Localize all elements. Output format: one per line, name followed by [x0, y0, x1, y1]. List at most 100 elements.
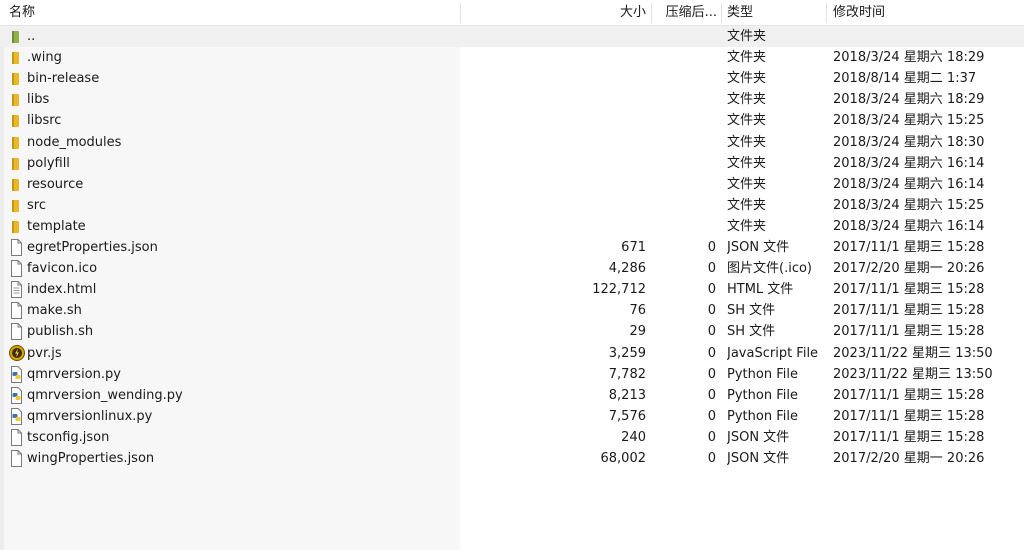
file-type: 文件夹 [727, 198, 767, 213]
file-size [462, 26, 646, 47]
file-size: 29 [629, 324, 646, 339]
file-type: JSON 文件 [727, 240, 790, 255]
column-header-compressed[interactable]: 压缩后... [653, 0, 717, 26]
file-modified: 2018/3/24 星期六 16:14 [833, 156, 985, 171]
file-row[interactable]: .. 文件夹 [0, 26, 1024, 47]
folder-icon [8, 132, 26, 153]
file-row[interactable]: libsrc 文件夹 2018/3/24 星期六 15:25 [0, 110, 1024, 131]
folder-icon [8, 195, 26, 216]
file-compressed-size: 0 [707, 303, 716, 318]
file-row[interactable]: index.html 122,712 0 HTML 文件 2017/11/1 星期三 1… [0, 279, 1024, 300]
file-row[interactable]: libs 文件夹 2018/3/24 星期六 18:29 [0, 89, 1024, 110]
file-name: libs [27, 92, 50, 107]
file-modified: 2018/8/14 星期二 1:37 [833, 71, 977, 86]
file-name: libsrc [27, 113, 62, 128]
file-name: tsconfig.json [27, 430, 110, 445]
file-name: qmrversionlinux.py [27, 409, 153, 424]
file-name: pvr.js [27, 346, 62, 361]
file-name: .wing [27, 50, 62, 65]
file-modified: 2017/11/1 星期三 15:28 [833, 303, 985, 318]
file-type: 文件夹 [727, 219, 767, 234]
file-modified: 2018/3/24 星期六 15:25 [833, 113, 985, 128]
column-divider[interactable] [826, 3, 827, 23]
folder-icon [8, 216, 26, 237]
file-type: 文件夹 [727, 135, 767, 150]
file-row[interactable]: node_modules 文件夹 2018/3/24 星期六 18:30 [0, 132, 1024, 153]
file-row[interactable]: pvr.js 3,259 0 JavaScript File 2023/11/22 星期… [0, 343, 1024, 364]
file-name: node_modules [27, 135, 122, 150]
file-type: Python File [727, 367, 798, 382]
file-icon [8, 448, 26, 469]
file-name: qmrversion_wending.py [27, 388, 183, 403]
file-size: 671 [621, 240, 646, 255]
file-modified: 2017/11/1 星期三 15:28 [833, 388, 985, 403]
file-modified: 2023/11/22 星期三 13:50 [833, 346, 993, 361]
file-compressed-size [652, 26, 716, 47]
file-row[interactable]: tsconfig.json 240 0 JSON 文件 2017/11/1 星期三 15… [0, 427, 1024, 448]
folder-icon [8, 47, 26, 68]
python-file-icon [8, 364, 26, 385]
file-compressed-size: 0 [707, 367, 716, 382]
file-row[interactable]: .wing 文件夹 2018/3/24 星期六 18:29 [0, 47, 1024, 68]
file-row[interactable]: qmrversionlinux.py 7,576 0 Python File 2017/… [0, 406, 1024, 427]
column-header-name[interactable]: 名称 [9, 0, 209, 26]
file-modified: 2018/3/24 星期六 18:29 [833, 50, 985, 65]
file-size [462, 195, 646, 216]
file-size [462, 174, 646, 195]
file-type: 文件夹 [727, 92, 767, 107]
file-size: 68,002 [600, 451, 647, 466]
file-type: SH 文件 [727, 324, 776, 339]
file-row[interactable]: publish.sh 29 0 SH 文件 2017/11/1 星期三 15:28 [0, 321, 1024, 342]
python-file-icon [8, 385, 26, 406]
file-modified: 2017/11/1 星期三 15:28 [833, 282, 985, 297]
file-modified: 2017/11/1 星期三 15:28 [833, 324, 985, 339]
file-type: Python File [727, 409, 798, 424]
column-divider[interactable] [651, 3, 652, 23]
file-row[interactable]: src 文件夹 2018/3/24 星期六 15:25 [0, 195, 1024, 216]
file-type: 文件夹 [727, 50, 767, 65]
text-file-icon [8, 279, 26, 300]
file-name: qmrversion.py [27, 367, 121, 382]
file-modified: 2018/3/24 星期六 15:25 [833, 198, 985, 213]
file-row[interactable]: polyfill 文件夹 2018/3/24 星期六 16:14 [0, 153, 1024, 174]
file-icon [8, 427, 26, 448]
file-row[interactable]: resource 文件夹 2018/3/24 星期六 16:14 [0, 174, 1024, 195]
file-row[interactable]: qmrversion.py 7,782 0 Python File 2023/11/22… [0, 364, 1024, 385]
file-size: 3,259 [608, 346, 646, 361]
file-size: 122,712 [592, 282, 646, 297]
column-header-modified[interactable]: 修改时间 [833, 0, 1018, 26]
file-row[interactable]: favicon.ico 4,286 0 图片文件(.ico) 2017/2/20 星期一… [0, 258, 1024, 279]
file-modified: 2018/3/24 星期六 16:14 [833, 219, 985, 234]
file-type: 文件夹 [727, 156, 767, 171]
file-row[interactable]: wingProperties.json 68,002 0 JSON 文件 2017/2/… [0, 448, 1024, 469]
file-compressed-size: 0 [707, 324, 716, 339]
file-modified: 2017/11/1 星期三 15:28 [833, 409, 985, 424]
file-name: resource [27, 177, 84, 192]
file-size: 240 [621, 430, 646, 445]
file-name: wingProperties.json [27, 451, 155, 466]
file-row[interactable]: template 文件夹 2018/3/24 星期六 16:14 [0, 216, 1024, 237]
file-compressed-size [652, 89, 716, 110]
file-row[interactable]: qmrversion_wending.py 8,213 0 Python File 20… [0, 385, 1024, 406]
file-row[interactable]: egretProperties.json 671 0 JSON 文件 2017/11/1… [0, 237, 1024, 258]
file-type: Python File [727, 388, 798, 403]
file-name: index.html [27, 282, 97, 297]
file-type: JSON 文件 [727, 430, 790, 445]
file-name: favicon.ico [27, 261, 98, 276]
file-modified: 2018/3/24 星期六 16:14 [833, 177, 985, 192]
file-compressed-size: 0 [707, 282, 716, 297]
column-divider[interactable] [721, 3, 722, 23]
file-row[interactable]: make.sh 76 0 SH 文件 2017/11/1 星期三 15:28 [0, 300, 1024, 321]
file-type: 图片文件(.ico) [727, 261, 812, 276]
column-header-size[interactable]: 大小 [462, 0, 646, 26]
file-compressed-size: 0 [707, 451, 716, 466]
file-compressed-size [652, 216, 716, 237]
column-divider[interactable] [460, 3, 461, 23]
file-size [462, 132, 646, 153]
file-compressed-size: 0 [707, 346, 716, 361]
file-type: 文件夹 [727, 113, 767, 128]
file-compressed-size [652, 68, 716, 89]
file-type: JSON 文件 [727, 451, 790, 466]
file-row[interactable]: bin-release 文件夹 2018/8/14 星期二 1:37 [0, 68, 1024, 89]
column-header-type[interactable]: 类型 [727, 0, 827, 26]
